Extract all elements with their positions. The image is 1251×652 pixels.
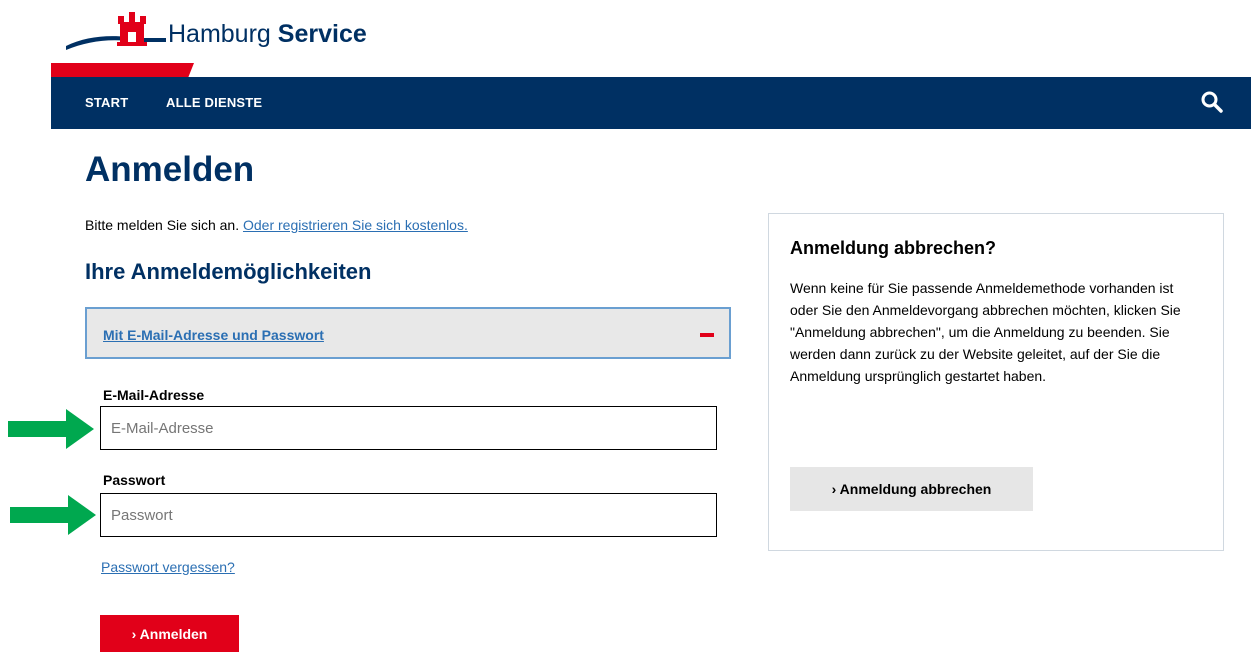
email-label: E-Mail-Adresse	[103, 387, 205, 403]
password-label: Passwort	[103, 472, 166, 488]
accordion-label[interactable]: Mit E-Mail-Adresse und Passwort	[103, 327, 324, 343]
page-title: Anmelden	[85, 150, 255, 189]
nav-item-alle-dienste[interactable]: ALLE DIENSTE	[166, 95, 262, 110]
intro-text-row: Bitte melden Sie sich an. Oder registrie…	[85, 217, 468, 233]
forgot-password-link[interactable]: Passwort vergessen?	[101, 559, 235, 575]
hamburg-castle-icon	[117, 12, 147, 46]
intro-text: Bitte melden Sie sich an.	[85, 217, 240, 233]
cancel-panel-text: Wenn keine für Sie passende Anmeldemetho…	[790, 280, 1181, 384]
nav-item-start[interactable]: START	[85, 95, 128, 110]
brand-name: Hamburg Service	[168, 20, 367, 49]
search-icon[interactable]	[1200, 90, 1224, 114]
login-submit-button[interactable]: › Anmelden	[100, 615, 239, 652]
login-options-heading: Ihre Anmeldemöglichkeiten	[85, 259, 372, 284]
arrow-right-icon	[10, 495, 96, 535]
cancel-panel-title: Anmeldung abbrechen?	[790, 238, 997, 258]
arrow-right-icon	[8, 409, 94, 449]
brand-prefix: Hamburg	[168, 20, 271, 48]
password-field[interactable]	[100, 493, 717, 537]
email-field[interactable]	[100, 406, 717, 450]
brand-bold: Service	[277, 20, 367, 48]
cancel-login-button[interactable]: › Anmeldung abbrechen	[790, 467, 1033, 511]
minus-icon[interactable]	[700, 333, 714, 337]
register-link[interactable]: Oder registrieren Sie sich kostenlos.	[243, 217, 468, 233]
